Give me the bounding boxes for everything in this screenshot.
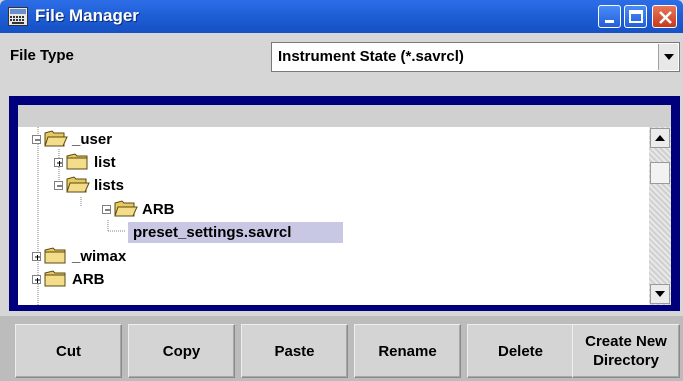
delete-button[interactable]: Delete: [467, 324, 574, 378]
create-new-directory-button[interactable]: Create New Directory: [572, 324, 680, 378]
maximize-button[interactable]: [624, 5, 647, 28]
tree-item-preset-settings[interactable]: preset_settings.savrcl: [126, 220, 344, 244]
create-button-line2: Directory: [593, 352, 659, 369]
collapse-icon[interactable]: [54, 180, 63, 190]
open-folder-icon: [44, 130, 68, 147]
cut-button[interactable]: Cut: [15, 324, 122, 378]
minimize-button[interactable]: [598, 5, 621, 28]
file-type-label: File Type: [10, 47, 74, 64]
closed-folder-icon: [44, 247, 66, 264]
tree-item-label: preset_settings.savrcl: [128, 221, 344, 243]
rename-button[interactable]: Rename: [354, 324, 461, 378]
tree-item-label: _user: [72, 130, 113, 148]
action-button-bar: Cut Copy Paste Rename Delete Create New …: [0, 316, 683, 381]
dropdown-arrow[interactable]: [658, 44, 678, 70]
open-folder-icon: [66, 176, 90, 193]
collapse-icon[interactable]: [32, 134, 41, 144]
paste-button[interactable]: Paste: [241, 324, 348, 378]
maximize-icon: [629, 10, 643, 23]
tree-item-label: ARB: [142, 200, 175, 218]
tree-item-label: ARB: [72, 270, 105, 288]
scroll-down-button[interactable]: [650, 284, 670, 304]
close-icon: [659, 11, 672, 24]
keyboard-icon: [8, 7, 28, 26]
file-tree[interactable]: _user list lists ARB preset_settings.sav…: [18, 127, 671, 305]
close-button[interactable]: [652, 5, 677, 28]
scroll-up-button[interactable]: [650, 128, 670, 148]
tree-item-arb-closed[interactable]: ARB: [32, 267, 105, 291]
arrow-up-icon: [655, 135, 665, 141]
title-bar[interactable]: File Manager: [0, 0, 683, 33]
arrow-down-icon: [655, 291, 665, 297]
file-browser-frame: _user list lists ARB preset_settings.sav…: [9, 96, 680, 311]
open-folder-icon: [114, 200, 138, 217]
file-type-value: Instrument State (*.savrcl): [278, 48, 464, 65]
vertical-scrollbar[interactable]: [649, 127, 671, 305]
create-button-line1: Create New: [585, 333, 667, 350]
path-bar: [18, 105, 671, 127]
tree-item-label: lists: [94, 176, 125, 194]
tree-item-label: _wimax: [72, 247, 127, 265]
tree-item-arb-open[interactable]: ARB: [102, 197, 175, 221]
expand-icon[interactable]: [32, 251, 41, 261]
file-type-select[interactable]: Instrument State (*.savrcl): [271, 42, 680, 72]
tree-item-list[interactable]: list: [54, 150, 116, 174]
tree-item-wimax[interactable]: _wimax: [32, 244, 126, 268]
expand-icon[interactable]: [54, 157, 63, 167]
collapse-icon[interactable]: [102, 204, 111, 214]
chevron-down-icon: [664, 54, 674, 60]
file-type-row: File Type Instrument State (*.savrcl): [0, 33, 683, 95]
scroll-thumb[interactable]: [650, 162, 670, 184]
closed-folder-icon: [66, 153, 88, 170]
closed-folder-icon: [44, 270, 66, 287]
tree-item-user[interactable]: _user: [32, 127, 112, 151]
tree-item-label: list: [94, 153, 116, 171]
copy-button[interactable]: Copy: [128, 324, 235, 378]
expand-icon[interactable]: [32, 274, 41, 284]
minimize-icon: [605, 20, 614, 23]
window-title: File Manager: [35, 6, 139, 25]
tree-item-lists[interactable]: lists: [54, 173, 124, 197]
